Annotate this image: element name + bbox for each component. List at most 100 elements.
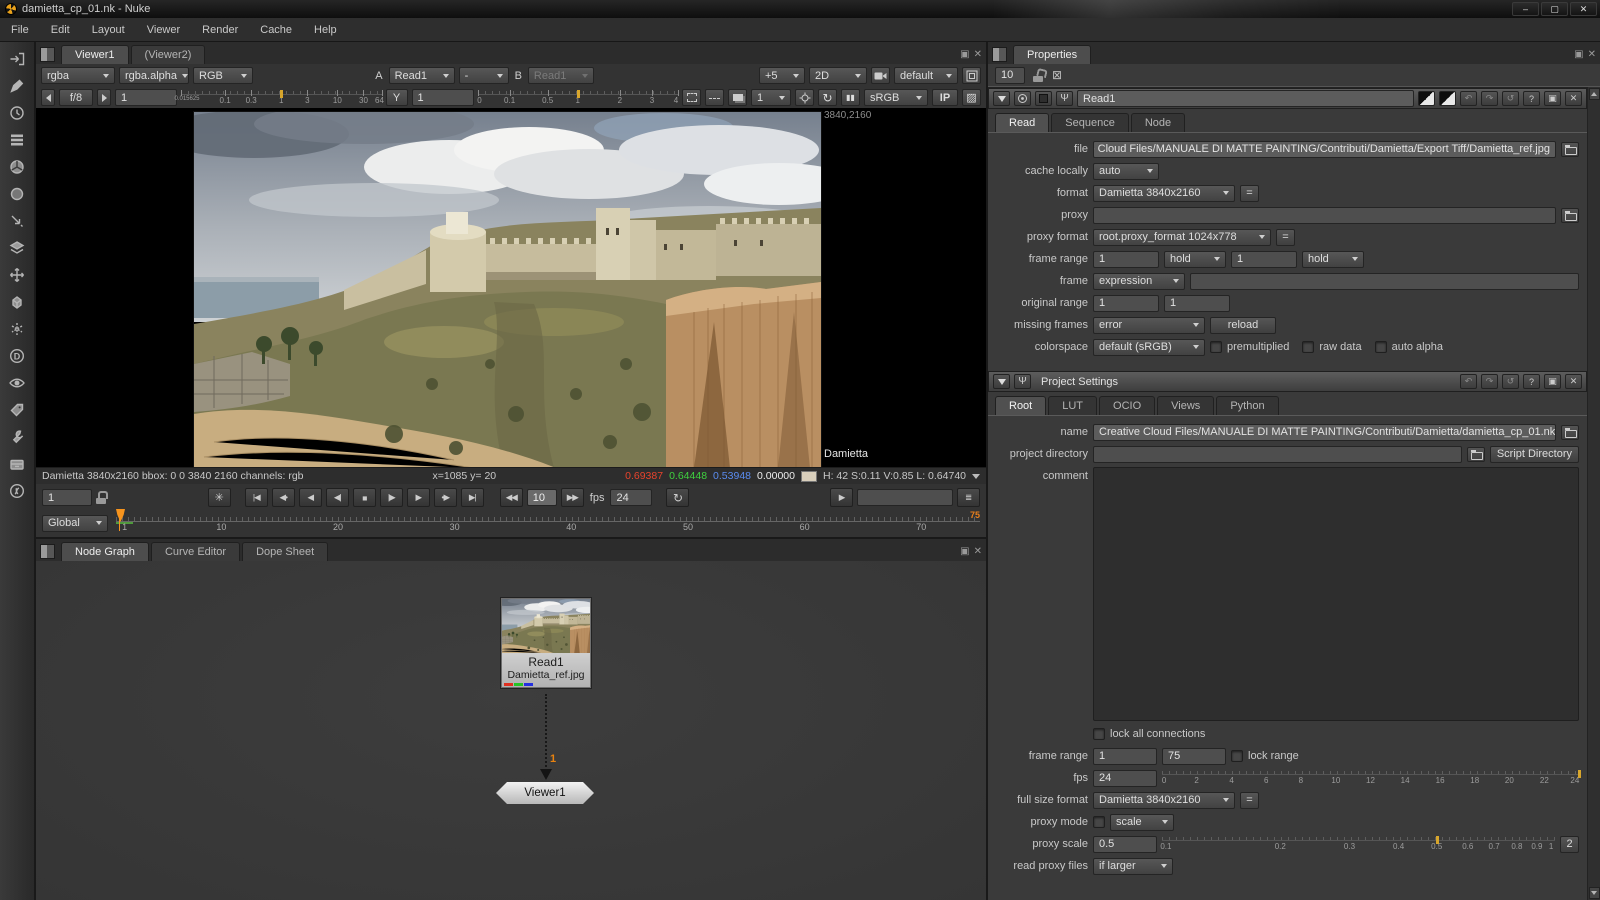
node-connection[interactable] (545, 694, 547, 767)
max-panels-input[interactable]: 10 (995, 67, 1025, 84)
pane-float-icon[interactable]: ▣ (960, 50, 969, 60)
roi-button[interactable] (705, 89, 724, 106)
tab-views[interactable]: Views (1157, 396, 1214, 415)
full-size-format-dropdown[interactable]: Damietta 3840x2160 (1093, 792, 1235, 809)
help-button[interactable]: ? (1523, 91, 1540, 106)
display-channel-dropdown[interactable]: RGB (193, 67, 253, 84)
proxy-scale-slider[interactable]: 0.1 0.2 0.3 0.4 0.5 0.6 0.7 0.8 0.9 1 (1162, 836, 1555, 852)
range-to-input[interactable]: 1 (1231, 251, 1297, 268)
fps-input[interactable]: 24 (610, 489, 652, 506)
maximize-button[interactable]: ▢ (1541, 2, 1568, 16)
toolbar-item-time[interactable] (2, 99, 32, 126)
viewer-lut-dropdown[interactable]: sRGB (864, 89, 928, 106)
toolbar-item-toolsets[interactable] (2, 423, 32, 450)
node-wrench-button[interactable]: Ψ (1056, 91, 1073, 106)
center-node-button[interactable] (1014, 91, 1031, 106)
proxy-mode-checkbox[interactable] (1093, 816, 1105, 828)
viewer1-node[interactable]: Viewer1 (496, 782, 594, 804)
close-panel-button[interactable]: ✕ (1565, 91, 1582, 106)
proxy-scale-slider-handle[interactable] (1436, 836, 1439, 844)
playback-mode-button[interactable]: ↻ (666, 488, 689, 507)
orig-from-input[interactable]: 1 (1093, 295, 1159, 312)
project-range-to-input[interactable]: 75 (1162, 748, 1226, 765)
unlock-icon[interactable] (1033, 69, 1044, 82)
tab-sequence[interactable]: Sequence (1051, 113, 1129, 132)
redo-button[interactable]: ↷ (1481, 374, 1498, 389)
frame-expression-input[interactable] (1190, 273, 1579, 290)
menu-render[interactable]: Render (191, 18, 249, 41)
project-fps-input[interactable]: 24 (1093, 770, 1157, 787)
layer-dropdown[interactable]: rgba.alpha (119, 67, 189, 84)
chevron-down-icon[interactable] (972, 474, 980, 479)
node-graph-canvas[interactable]: Read1 Damietta_ref.jpg 1 Viewer1 (36, 561, 986, 900)
projection-dropdown[interactable]: 2D (809, 67, 867, 84)
toolbar-item-deep[interactable]: D (2, 342, 32, 369)
minimize-button[interactable]: – (1512, 2, 1539, 16)
frame-hold-button[interactable]: ✳ (208, 488, 231, 507)
proxy-mode-dropdown[interactable]: scale (1110, 814, 1174, 831)
colorspace-dropdown[interactable]: default (sRGB) (1093, 339, 1205, 356)
menu-layout[interactable]: Layout (81, 18, 136, 41)
gain-prev-button[interactable] (41, 89, 55, 106)
pane-close-icon[interactable]: ✕ (974, 547, 982, 557)
toolbar-item-merge[interactable] (2, 234, 32, 261)
comment-textarea[interactable] (1093, 467, 1579, 721)
lock-all-connections-checkbox[interactable] (1093, 728, 1105, 740)
pane-menu-icon[interactable] (40, 47, 55, 62)
properties-scrollbar[interactable] (1587, 87, 1600, 900)
project-name-browser-button[interactable] (1561, 425, 1579, 440)
pane-close-icon[interactable]: ✕ (974, 50, 982, 60)
raw-data-checkbox[interactable] (1302, 341, 1314, 353)
scroll-up-button[interactable] (1589, 88, 1600, 100)
fps-slider[interactable]: 0 2 4 6 8 10 12 14 16 18 20 (1162, 770, 1579, 786)
toolbar-item-filter[interactable] (2, 180, 32, 207)
tab-root[interactable]: Root (995, 396, 1046, 415)
toolbar-item-plugins[interactable] (2, 477, 32, 504)
tab-lut[interactable]: LUT (1048, 396, 1097, 415)
node-name-field[interactable]: Read1 (1077, 90, 1414, 107)
float-panel-button[interactable]: ▣ (1544, 374, 1561, 389)
pane-float-icon[interactable]: ▣ (1574, 50, 1583, 60)
prev-keyframe-button[interactable]: ◀• (272, 488, 295, 507)
float-panel-button[interactable]: ▣ (1544, 91, 1561, 106)
b-input-dropdown[interactable]: Read1 (528, 67, 594, 84)
flipbook-button[interactable]: ▶ (830, 488, 853, 507)
play-button[interactable]: ▶ (407, 488, 430, 507)
stereo-dropdown[interactable]: default (894, 67, 958, 84)
reload-button[interactable]: reload (1210, 317, 1276, 334)
full-size-format-eq-button[interactable]: = (1240, 792, 1259, 809)
step-back-button[interactable]: ◀| (326, 488, 349, 507)
refresh-button[interactable]: ↻ (818, 89, 837, 106)
next-keyframe-button[interactable]: •▶ (434, 488, 457, 507)
channel-mask-button[interactable] (1418, 91, 1435, 106)
camera-button[interactable] (871, 67, 890, 84)
proxy-browser-button[interactable] (1561, 208, 1579, 223)
close-all-panels-icon[interactable]: ⊠ (1052, 68, 1062, 82)
gain-slider-handle[interactable] (280, 90, 283, 98)
pane-float-icon[interactable]: ▣ (960, 547, 969, 557)
scroll-down-button[interactable] (1589, 887, 1600, 899)
project-wrench-button[interactable]: Ψ (1014, 374, 1031, 389)
channels-dropdown[interactable]: rgba (41, 67, 115, 84)
toolbar-item-keyer[interactable] (2, 207, 32, 234)
script-directory-button[interactable]: Script Directory (1490, 446, 1579, 463)
proxy-format-eq-button[interactable]: = (1276, 229, 1295, 246)
tab-curve-editor[interactable]: Curve Editor (151, 542, 240, 561)
current-frame-input[interactable]: 1 (42, 489, 92, 506)
gain-input[interactable]: 1 (115, 89, 177, 106)
toolbar-item-draw[interactable] (2, 72, 32, 99)
menu-viewer[interactable]: Viewer (136, 18, 191, 41)
toolbar-item-image[interactable] (2, 45, 32, 72)
render-controls-button[interactable]: ≣ (957, 488, 980, 507)
gamma-button[interactable]: Y (386, 89, 408, 106)
toolbar-item-3d[interactable] (2, 288, 32, 315)
undo-button[interactable]: ↶ (1460, 91, 1477, 106)
project-range-from-input[interactable]: 1 (1093, 748, 1157, 765)
read1-node[interactable]: Read1 Damietta_ref.jpg (501, 598, 591, 688)
undo-button[interactable]: ↶ (1460, 374, 1477, 389)
gain-next-button[interactable] (97, 89, 111, 106)
frame-mode-dropdown[interactable]: expression (1093, 273, 1185, 290)
viewer-canvas[interactable]: 3840,2160 Damietta (36, 108, 986, 467)
step-forward-button[interactable]: |▶ (380, 488, 403, 507)
project-directory-browser-button[interactable] (1467, 447, 1485, 462)
